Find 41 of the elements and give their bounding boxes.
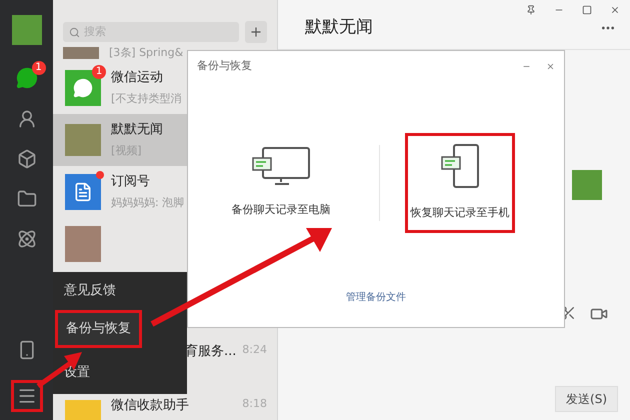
document-icon	[73, 182, 93, 202]
message-preview: [不支持类型消	[111, 90, 182, 106]
contacts-icon[interactable]	[16, 109, 36, 129]
nav-button[interactable]	[10, 380, 42, 412]
close-icon[interactable]	[610, 5, 620, 15]
chat-time: 8:24	[242, 342, 267, 358]
photo-placeholder	[572, 170, 602, 200]
conversation-title: 默默无闻	[305, 16, 373, 39]
menu-item[interactable]: 备份与恢复	[55, 310, 142, 348]
phone-chat-icon	[440, 143, 480, 190]
chat-row[interactable]: 微信收款助手 8:18	[53, 392, 277, 420]
option-button[interactable]: 恢复聊天记录至手机	[405, 132, 515, 232]
photo-placeholder	[65, 226, 101, 262]
photo-placeholder	[63, 47, 99, 60]
menu-item[interactable]: 意见反馈	[53, 272, 187, 310]
chat-name: 默默无闻	[111, 121, 163, 139]
maximize-icon[interactable]	[582, 5, 592, 15]
photo-placeholder	[65, 124, 101, 156]
message-preview: 妈妈妈妈: 泡脚	[111, 194, 184, 210]
cube-icon[interactable]	[16, 149, 36, 169]
message-preview: [3条] Spring&	[109, 45, 184, 61]
manage-backups-link[interactable]: 管理备份文件	[346, 290, 406, 305]
monitor-chat-icon	[251, 146, 311, 186]
chat-time: 8:18	[242, 396, 267, 412]
chat-icon[interactable]	[16, 67, 38, 89]
folder-icon[interactable]	[16, 189, 36, 209]
close-icon[interactable]	[546, 62, 555, 71]
dialog-title: 备份与恢复	[197, 58, 252, 74]
chat-name: 微信收款助手	[111, 396, 189, 414]
chat-name: 微信运动	[111, 69, 163, 87]
search-icon	[69, 26, 80, 38]
chat-name: 育服务...	[185, 342, 236, 360]
unread-badge: 1	[92, 64, 106, 78]
add-button[interactable]	[245, 21, 267, 43]
chat-bubble-icon	[73, 78, 93, 98]
flower-icon[interactable]	[16, 229, 36, 249]
pin-icon[interactable]	[526, 5, 536, 15]
chat-name: 订阅号	[111, 173, 150, 191]
plus-icon	[249, 25, 263, 39]
unread-badge: 1	[32, 61, 46, 75]
send-button[interactable]: 发送(S)	[555, 386, 618, 412]
